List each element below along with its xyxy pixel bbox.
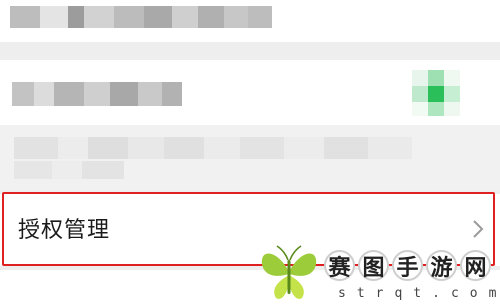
blurred-toggle-switch[interactable] [412,70,460,116]
blurred-text [12,82,182,106]
blurred-settings-row-top [0,0,500,42]
auth-management-label: 授权管理 [18,218,111,243]
blurred-description [0,125,500,190]
chevron-right-icon [473,220,484,238]
watermark-char: 赛 [324,250,355,281]
blurred-text [14,161,124,179]
blurred-text [14,137,412,159]
watermark-char: 图 [358,250,389,281]
butterfly-logo-icon [261,245,317,299]
blurred-settings-row[interactable] [0,60,500,125]
watermark-char: 游 [426,250,457,281]
site-watermark: 赛 图 手 游 网 strqt.com [250,238,500,305]
blurred-text [10,6,272,28]
watermark-characters: 赛 图 手 游 网 [324,250,491,281]
watermark-char: 网 [460,250,491,281]
watermark-char: 手 [392,250,423,281]
watermark-domain: strqt.com [338,286,500,301]
